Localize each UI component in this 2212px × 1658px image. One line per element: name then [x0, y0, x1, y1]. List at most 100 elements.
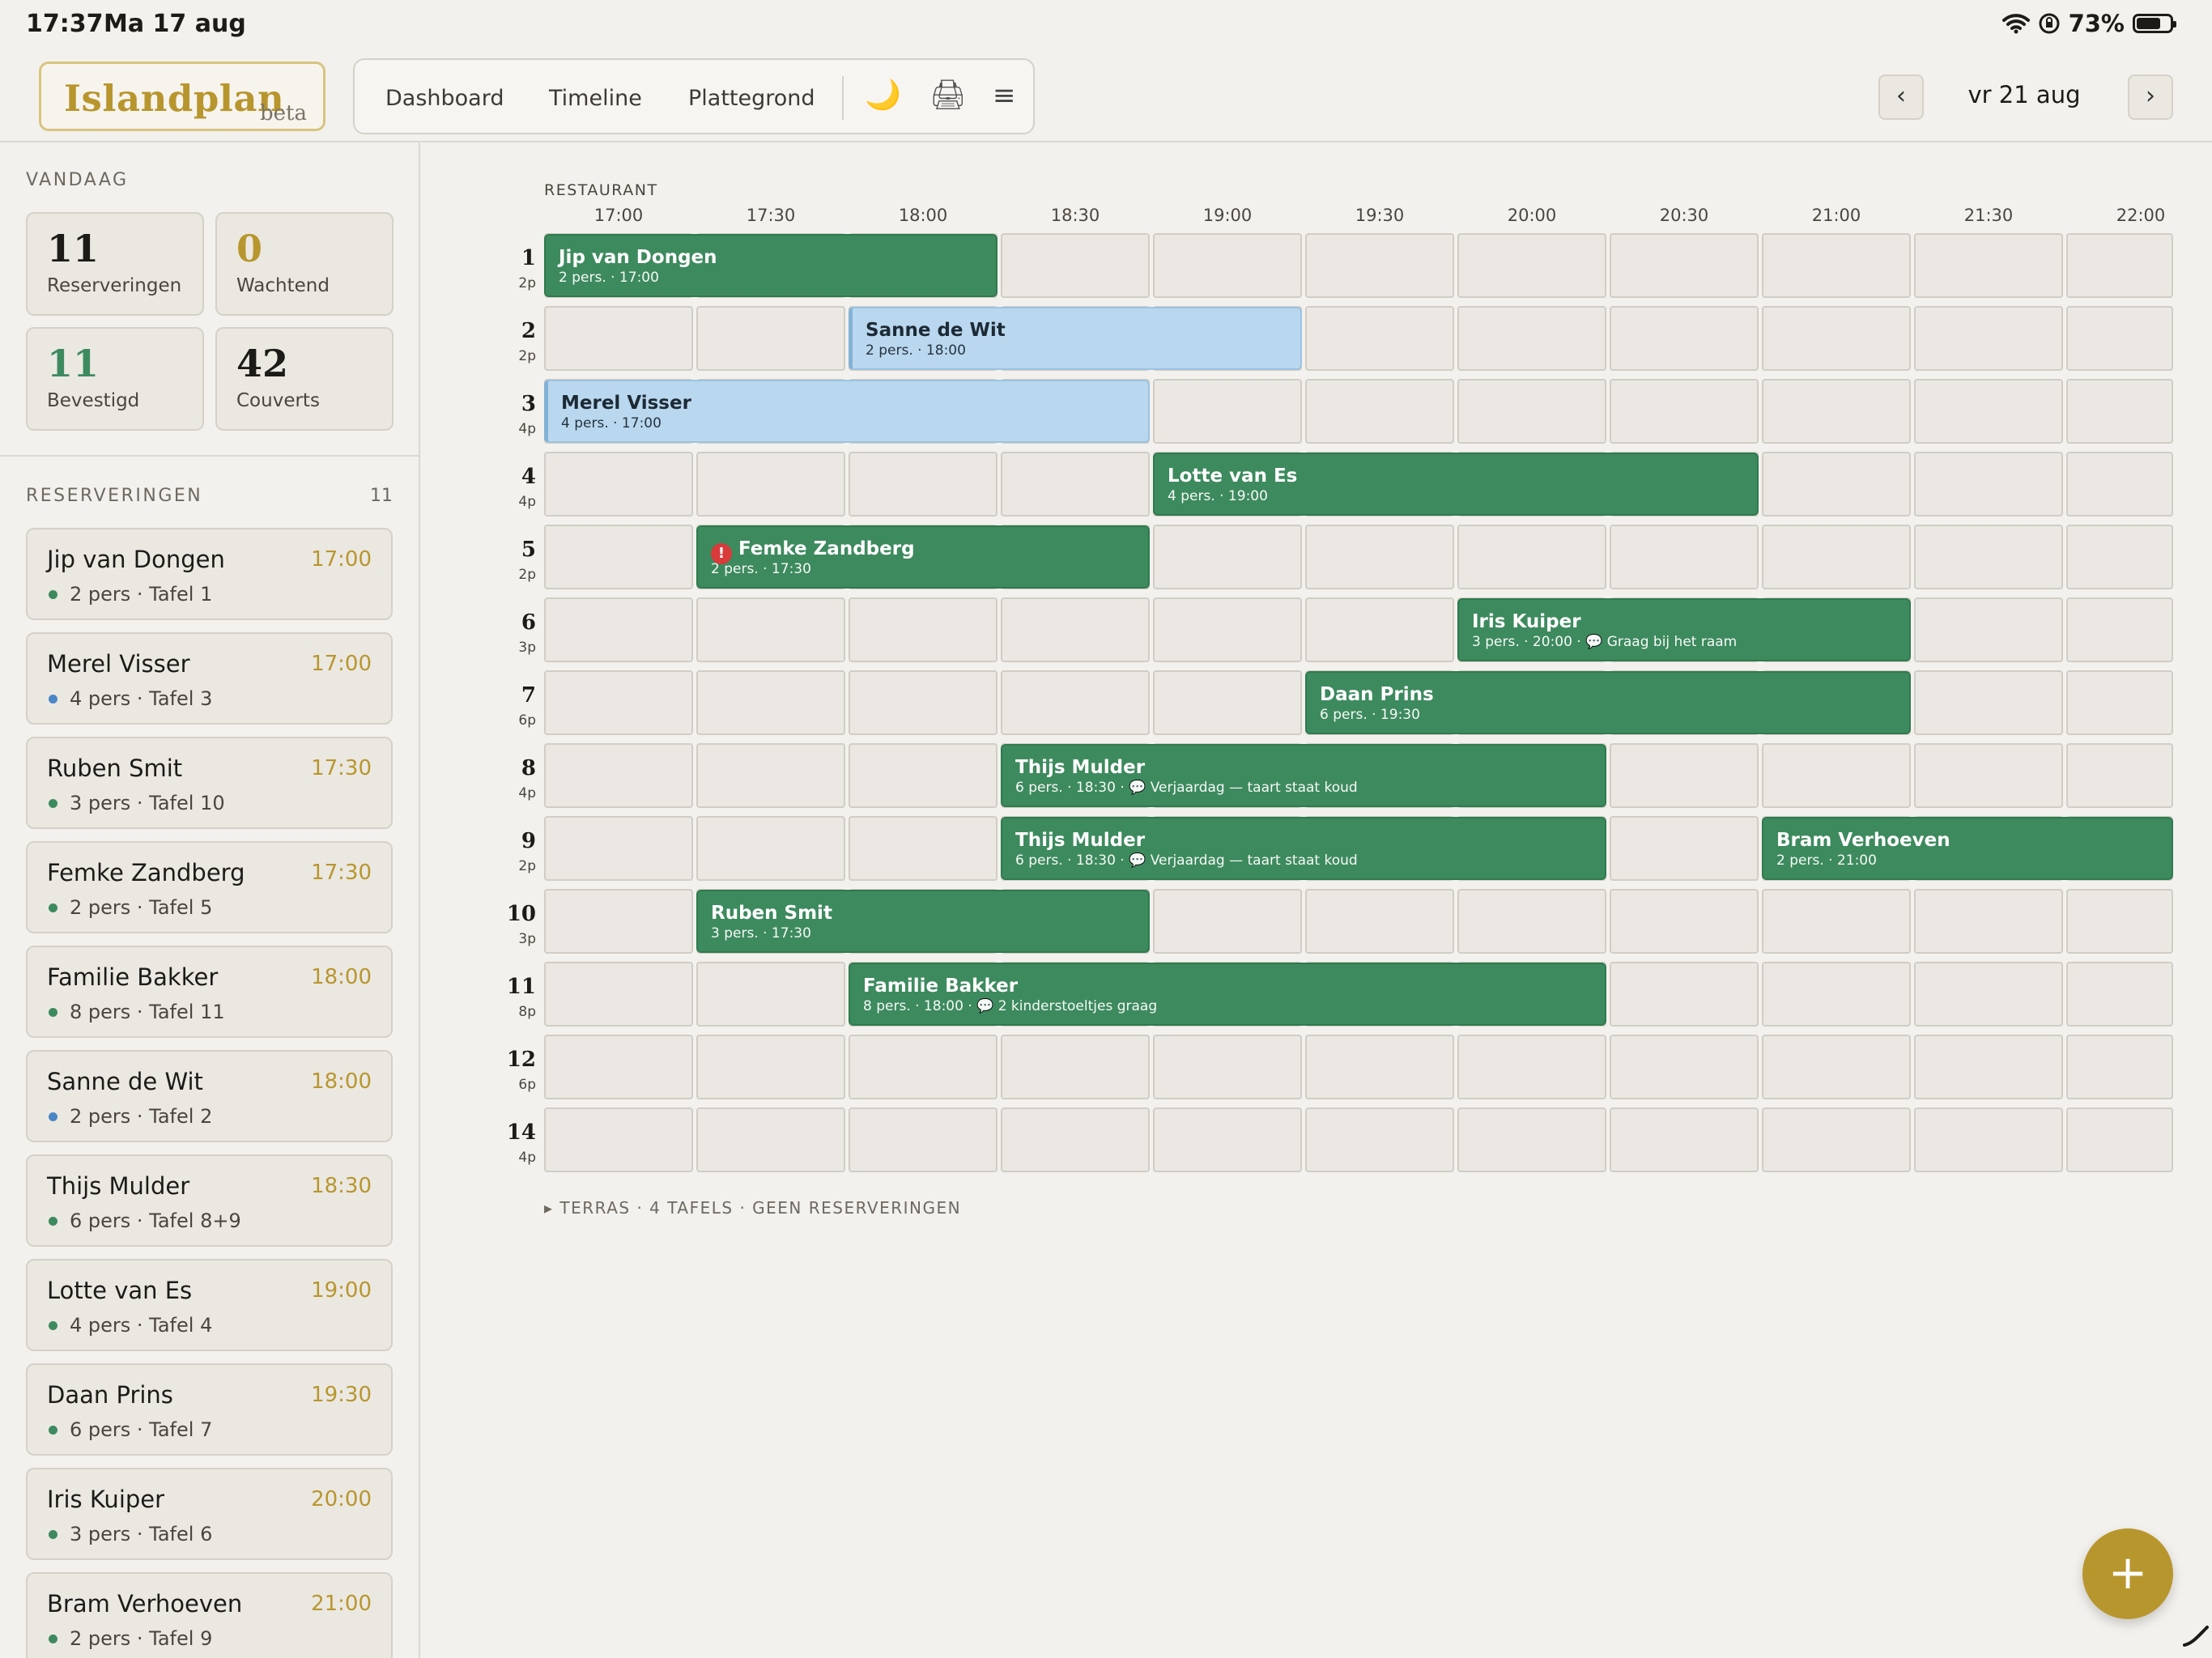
timeline-slot[interactable]	[1001, 1107, 1150, 1172]
timeline-slot[interactable]	[2066, 525, 2173, 589]
timeline-slot[interactable]	[1762, 379, 1911, 444]
moon-icon[interactable]: 🌙	[865, 78, 901, 112]
timeline-slot[interactable]	[1914, 525, 2063, 589]
timeline-slot[interactable]	[1914, 379, 2063, 444]
timeline-slot[interactable]	[849, 452, 998, 517]
timeline-slot[interactable]	[2066, 670, 2173, 735]
timeline-slot[interactable]	[1914, 962, 2063, 1027]
timeline-slot[interactable]	[696, 962, 845, 1027]
timeline-slot[interactable]	[1001, 452, 1150, 517]
booking-block[interactable]: Sanne de Wit 2 pers. · 18:00	[849, 307, 1302, 370]
timeline-slot[interactable]	[544, 816, 693, 881]
timeline-slot[interactable]	[1762, 962, 1911, 1027]
timeline-slot[interactable]	[1305, 306, 1454, 371]
timeline-slot[interactable]	[1762, 306, 1911, 371]
timeline-slot[interactable]	[1457, 379, 1606, 444]
reservation-card[interactable]: Jip van Dongen 17:00 2 pers · Tafel 1	[26, 528, 393, 620]
booking-block[interactable]: Iris Kuiper 3 pers. · 20:00 · 💬 Graag bij…	[1457, 598, 1911, 661]
timeline-slot[interactable]	[1762, 889, 1911, 954]
reservation-card[interactable]: Merel Visser 17:00 4 pers · Tafel 3	[26, 632, 393, 725]
timeline-slot[interactable]	[696, 670, 845, 735]
timeline-slot[interactable]	[1610, 379, 1759, 444]
timeline-slot[interactable]	[1305, 379, 1454, 444]
reservation-card[interactable]: Bram Verhoeven 21:00 2 pers · Tafel 9	[26, 1572, 393, 1658]
booking-block[interactable]: Merel Visser 4 pers. · 17:00	[544, 380, 1150, 443]
timeline-slot[interactable]	[2066, 743, 2173, 808]
timeline-slot[interactable]	[1914, 306, 2063, 371]
timeline-slot[interactable]	[2066, 306, 2173, 371]
reservation-card[interactable]: Familie Bakker 18:00 8 pers · Tafel 11	[26, 946, 393, 1038]
timeline-slot[interactable]	[544, 597, 693, 662]
timeline-slot[interactable]	[2066, 597, 2173, 662]
timeline-slot[interactable]	[696, 1107, 845, 1172]
timeline-slot[interactable]	[696, 816, 845, 881]
timeline-slot[interactable]	[1610, 525, 1759, 589]
timeline-slot[interactable]	[849, 1107, 998, 1172]
reservation-card[interactable]: Iris Kuiper 20:00 3 pers · Tafel 6	[26, 1468, 393, 1560]
timeline-slot[interactable]	[1305, 1107, 1454, 1172]
timeline-slot[interactable]	[544, 306, 693, 371]
timeline-slot[interactable]	[544, 452, 693, 517]
booking-block[interactable]: Thijs Mulder 6 pers. · 18:30 · 💬 Verjaard…	[1001, 744, 1606, 807]
timeline-slot[interactable]	[696, 1035, 845, 1099]
booking-block[interactable]: Familie Bakker 8 pers. · 18:00 · 💬 2 kind…	[849, 963, 1606, 1026]
timeline-slot[interactable]	[1610, 889, 1759, 954]
timeline-slot[interactable]	[1153, 889, 1302, 954]
booking-block[interactable]: Daan Prins 6 pers. · 19:30	[1305, 671, 1911, 734]
timeline-slot[interactable]	[1914, 743, 2063, 808]
menu-icon[interactable]: ≡	[993, 79, 1016, 112]
timeline-slot[interactable]	[544, 1107, 693, 1172]
reservation-card[interactable]: Sanne de Wit 18:00 2 pers · Tafel 2	[26, 1050, 393, 1142]
timeline-slot[interactable]	[696, 306, 845, 371]
timeline-slot[interactable]	[1457, 525, 1606, 589]
timeline-slot[interactable]	[1914, 1035, 2063, 1099]
timeline-slot[interactable]	[696, 743, 845, 808]
reservation-card[interactable]: Thijs Mulder 18:30 6 pers · Tafel 8+9	[26, 1154, 393, 1247]
timeline-slot[interactable]	[849, 816, 998, 881]
timeline-slot[interactable]	[1153, 670, 1302, 735]
booking-block[interactable]: Thijs Mulder 6 pers. · 18:30 · 💬 Verjaard…	[1001, 817, 1606, 880]
timeline-slot[interactable]	[1610, 1035, 1759, 1099]
timeline-slot[interactable]	[1001, 597, 1150, 662]
timeline-slot[interactable]	[696, 597, 845, 662]
timeline-slot[interactable]	[1914, 452, 2063, 517]
timeline-slot[interactable]	[1762, 743, 1911, 808]
timeline-slot[interactable]	[1610, 306, 1759, 371]
timeline-slot[interactable]	[1610, 1107, 1759, 1172]
next-day-button[interactable]: ›	[2128, 74, 2173, 120]
timeline-slot[interactable]	[1610, 962, 1759, 1027]
booking-block[interactable]: ! Femke Zandberg 2 pers. · 17:30	[696, 525, 1150, 589]
timeline-slot[interactable]	[1153, 379, 1302, 444]
timeline-slot[interactable]	[1153, 233, 1302, 298]
timeline-slot[interactable]	[1457, 1107, 1606, 1172]
booking-block[interactable]: Ruben Smit 3 pers. · 17:30	[696, 890, 1150, 953]
timeline-slot[interactable]	[2066, 889, 2173, 954]
reservation-card[interactable]: Ruben Smit 17:30 3 pers · Tafel 10	[26, 737, 393, 829]
timeline-slot[interactable]	[1305, 1035, 1454, 1099]
timeline-slot[interactable]	[1762, 1107, 1911, 1172]
timeline-slot[interactable]	[849, 670, 998, 735]
tab-dashboard[interactable]: Dashboard	[385, 86, 504, 111]
timeline-slot[interactable]	[1914, 889, 2063, 954]
timeline-slot[interactable]	[1457, 889, 1606, 954]
timeline-slot[interactable]	[1457, 233, 1606, 298]
timeline-slot[interactable]	[849, 1035, 998, 1099]
timeline-slot[interactable]	[544, 1035, 693, 1099]
timeline-slot[interactable]	[1762, 452, 1911, 517]
reservation-card[interactable]: Lotte van Es 19:00 4 pers · Tafel 4	[26, 1259, 393, 1351]
timeline-slot[interactable]	[2066, 452, 2173, 517]
timeline-slot[interactable]	[1001, 670, 1150, 735]
timeline-slot[interactable]	[1153, 525, 1302, 589]
timeline-slot[interactable]	[1914, 597, 2063, 662]
timeline-slot[interactable]	[544, 525, 693, 589]
timeline-slot[interactable]	[1001, 1035, 1150, 1099]
timeline-slot[interactable]	[2066, 233, 2173, 298]
printer-icon[interactable]: 🖨	[929, 78, 967, 112]
timeline-slot[interactable]	[1914, 233, 2063, 298]
timeline-slot[interactable]	[1457, 306, 1606, 371]
reservation-card[interactable]: Daan Prins 19:30 6 pers · Tafel 7	[26, 1363, 393, 1456]
timeline-slot[interactable]	[1610, 743, 1759, 808]
timeline-slot[interactable]	[544, 743, 693, 808]
timeline-slot[interactable]	[1457, 1035, 1606, 1099]
timeline-slot[interactable]	[1762, 233, 1911, 298]
